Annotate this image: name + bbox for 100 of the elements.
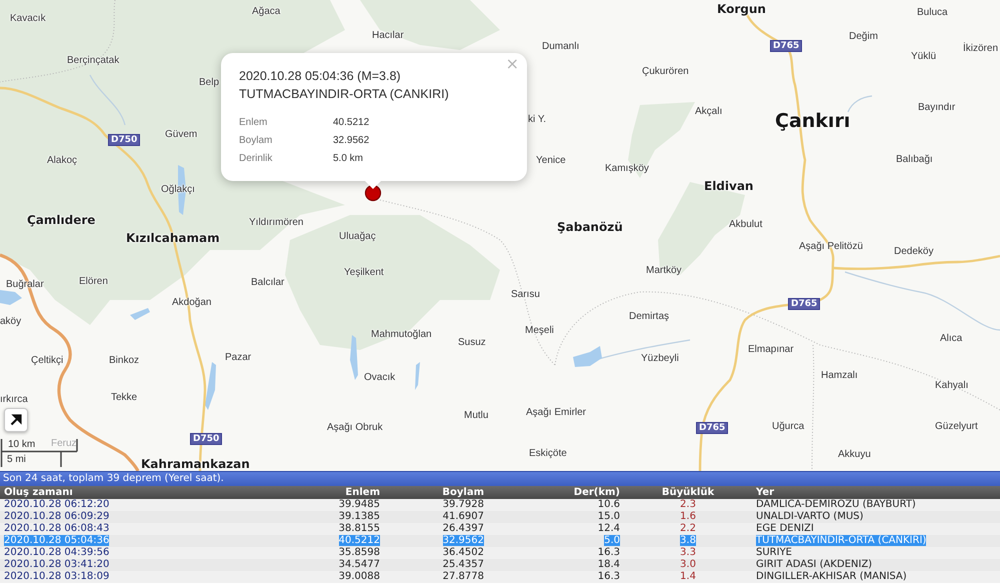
table-cell: DAMLICA-DEMIROZU (BAYBURT) (754, 499, 1000, 511)
village-label: Mahmutoğlan (371, 329, 432, 340)
table-cell: 32.9562 (382, 535, 486, 547)
village-label: Yeşilkent (344, 267, 384, 278)
village-label: Belp (199, 77, 220, 88)
table-cell: 34.5477 (304, 559, 382, 571)
village-label: Balıbağı (896, 154, 933, 165)
table-cell: 2.2 (622, 523, 754, 535)
table-cell: 3.3 (622, 547, 754, 559)
village-label: Güzelyurt (935, 421, 978, 432)
village-label: Dumanlı (542, 41, 580, 52)
arrow-icon (10, 414, 22, 426)
lake (573, 346, 602, 367)
lake (350, 335, 358, 380)
village-label: Susuz (458, 337, 486, 348)
map-control-button[interactable] (4, 408, 28, 432)
village-label: Alıca (940, 333, 962, 344)
table-cell: UNALDI-VARTO (MUS) (754, 511, 1000, 523)
village-label: Balcılar (251, 277, 284, 288)
city-label: Çankırı (775, 110, 850, 132)
table-cell: EGE DENIZI (754, 523, 1000, 535)
column-header: Enlem (304, 486, 382, 499)
village-label: Bayındır (918, 102, 956, 113)
table-cell: GIRIT ADASI (AKDENIZ) (754, 559, 1000, 571)
village-label: Kamışköy (605, 163, 649, 174)
town-label: Korgun (717, 2, 766, 16)
table-cell: 15.0 (486, 511, 622, 523)
earthquake-marker[interactable] (364, 184, 382, 202)
village-label: Aşağı Emirler (526, 407, 586, 418)
table-cell: 16.3 (486, 571, 622, 583)
table-cell: 40.5212 (304, 535, 382, 547)
column-header: Oluş zamanı (0, 486, 304, 499)
table-cell: 39.9485 (304, 499, 382, 511)
table-cell: 38.8155 (304, 523, 382, 535)
town-label: Şabanözü (557, 220, 623, 234)
town-label: Çamlıdere (27, 213, 96, 227)
table-cell: 2020.10.28 06:08:43 (0, 523, 304, 535)
table-cell: 26.4397 (382, 523, 486, 535)
village-label: Yüklü (911, 51, 936, 62)
village-label: Buluca (917, 7, 948, 18)
table-cell: 12.4 (486, 523, 622, 535)
village-label: Akkuyu (838, 449, 871, 460)
table-cell: 2020.10.28 05:04:36 (0, 535, 304, 547)
town-label: Kızılcahamam (126, 231, 220, 245)
village-label: Aşağı Obruk (327, 422, 383, 433)
village-label: ki Y. (528, 114, 546, 125)
village-label: Güvem (165, 129, 198, 140)
road-sign: D765 (696, 422, 728, 434)
table-cell: 2020.10.28 03:41:20 (0, 559, 304, 571)
village-label: Meşeli (525, 325, 554, 336)
town-label: Kahramankazan (141, 457, 250, 471)
table-cell: 1.4 (622, 571, 754, 583)
column-header: Boylam (382, 486, 486, 499)
village-label: Kahyalı (935, 380, 968, 391)
village-label: Çukurören (642, 66, 689, 77)
village-label: Yıldırımören (249, 217, 304, 228)
village-label: Yenice (536, 155, 566, 166)
lake (205, 362, 216, 410)
column-header: Büyüklük (622, 486, 754, 499)
village-label: Elmapınar (748, 344, 794, 355)
table-cell: 1.6 (622, 511, 754, 523)
village-label: Ovacık (364, 372, 396, 383)
field-value: 5.0 km (333, 152, 364, 166)
village-label: Kavacık (10, 13, 46, 24)
close-button[interactable]: × (504, 56, 521, 72)
table-cell: TUTMACBAYINDIR-ORTA (CANKIRI) (754, 535, 1000, 547)
village-label: Binkoz (109, 355, 140, 366)
village-label: Uluağaç (339, 231, 376, 242)
village-label: Oğlakçı (161, 184, 195, 195)
village-label: Eskiçöte (529, 448, 567, 459)
road-sign: D765 (788, 298, 820, 310)
table-cell: 16.3 (486, 547, 622, 559)
table-cell: 2020.10.28 06:12:20 (0, 499, 304, 511)
village-label: Hamzalı (821, 370, 858, 381)
lake (415, 362, 420, 390)
field-value: 40.5212 (333, 116, 370, 130)
popup-title: 2020.10.28 05:04:36 (M=3.8) (239, 68, 402, 85)
village-label: Mutlu (464, 410, 488, 421)
table-cell: 2020.10.28 03:18:09 (0, 571, 304, 583)
table-cell: DINGILLER-AKHISAR (MANISA) (754, 571, 1000, 583)
village-label: Hacılar (372, 30, 404, 41)
table-cell: 39.7928 (382, 499, 486, 511)
village-label: Martköy (646, 265, 682, 276)
river (847, 95, 872, 112)
village-label: Ağaca (252, 6, 280, 17)
field-label: Derinlik (239, 152, 274, 166)
table-cell: 3.8 (622, 535, 754, 547)
column-header: Der(km) (486, 486, 622, 499)
scale-label: 5 mi (7, 455, 26, 465)
road-sign: D765 (770, 40, 802, 52)
village-label: Uğurca (772, 421, 804, 432)
town-label: Eldivan (704, 179, 754, 193)
village-label: Çeltikçi (31, 355, 64, 366)
field-label: Enlem (239, 116, 268, 130)
table-cell: 5.0 (486, 535, 622, 547)
village-label: Feruz (51, 438, 77, 449)
village-label: Tekke (111, 392, 138, 403)
village-label: Akçalı (695, 106, 722, 117)
road-sign: D750 (108, 134, 140, 146)
village-label: İkizören (963, 43, 998, 54)
